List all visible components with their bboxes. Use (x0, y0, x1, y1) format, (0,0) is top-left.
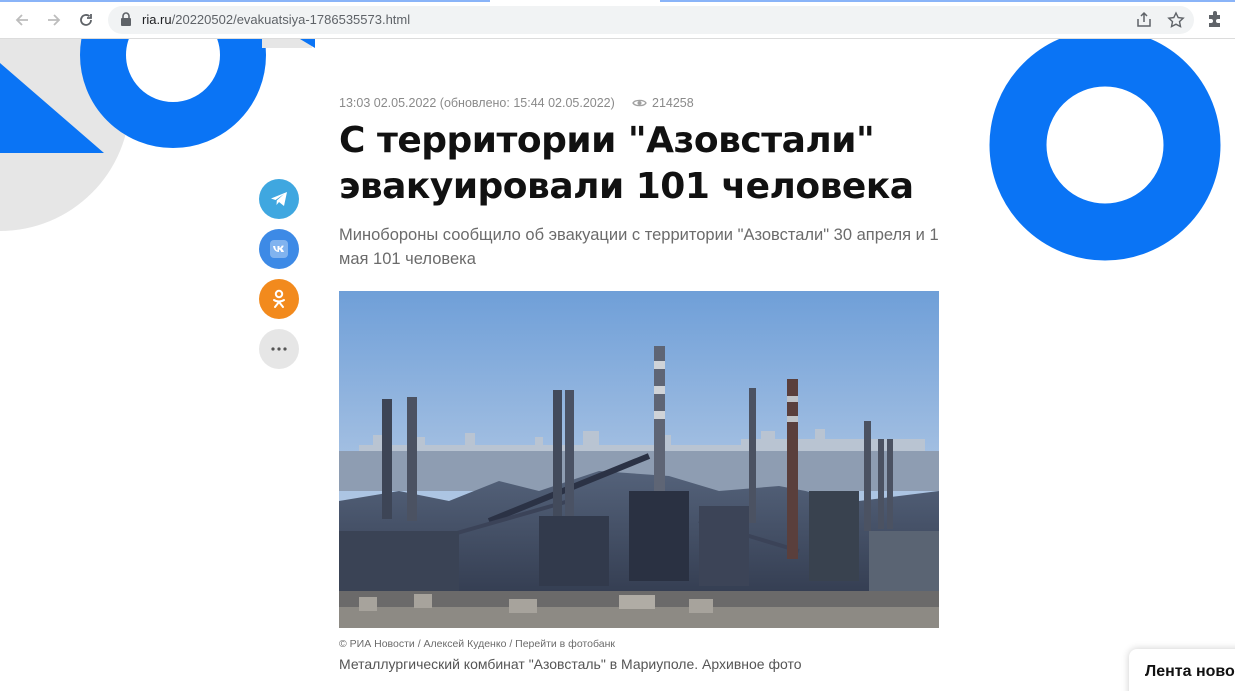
bookmark-star-icon[interactable] (1167, 11, 1185, 29)
steel-plant-photo (339, 291, 939, 628)
views-counter: 214258 (632, 96, 694, 110)
lock-icon (121, 12, 131, 26)
tab-indicator (660, 0, 1235, 2)
share-more-button[interactable] (259, 329, 299, 369)
odnoklassniki-icon (273, 289, 285, 308)
telegram-icon (271, 192, 287, 206)
photo-caption: Металлургический комбинат "Азовсталь" в … (339, 656, 802, 672)
back-button[interactable] (10, 8, 34, 32)
news-feed-label: Лента ново (1145, 663, 1235, 680)
arrow-left-icon (15, 14, 28, 26)
share-vk-button[interactable] (259, 229, 299, 269)
forward-button[interactable] (42, 8, 66, 32)
share-odnoklassniki-button[interactable] (259, 279, 299, 319)
article-title: С территории "Азовстали" эвакуировали 10… (339, 120, 914, 207)
news-feed-tab[interactable]: Лента ново (1129, 649, 1235, 691)
browser-toolbar: ria.ru/20220502/evakuatsiya-1786535573.h… (0, 0, 1235, 39)
address-bar[interactable]: ria.ru/20220502/evakuatsiya-1786535573.h… (108, 6, 1194, 34)
article-photo[interactable] (339, 291, 939, 628)
tab-indicator (0, 0, 490, 2)
share-page-icon[interactable] (1135, 11, 1153, 29)
vk-icon (270, 240, 288, 258)
more-icon (271, 347, 287, 351)
article-lead: Минобороны сообщило об эвакуации с терри… (339, 226, 939, 268)
url-text: ria.ru/20220502/evakuatsiya-1786535573.h… (142, 12, 411, 27)
eye-icon (632, 99, 647, 107)
share-telegram-button[interactable] (259, 179, 299, 219)
reload-icon (80, 14, 92, 26)
photo-credit[interactable]: © РИА Новости / Алексей Куденко / Перейт… (339, 638, 615, 650)
arrow-right-icon (48, 14, 61, 26)
article-timestamp: 13:03 02.05.2022 (обновлено: 15:44 02.05… (339, 96, 615, 110)
extensions-puzzle-icon[interactable] (1205, 9, 1225, 29)
views-count: 214258 (652, 96, 694, 110)
decorative-ring-right (989, 39, 1221, 261)
reload-button[interactable] (74, 8, 98, 32)
